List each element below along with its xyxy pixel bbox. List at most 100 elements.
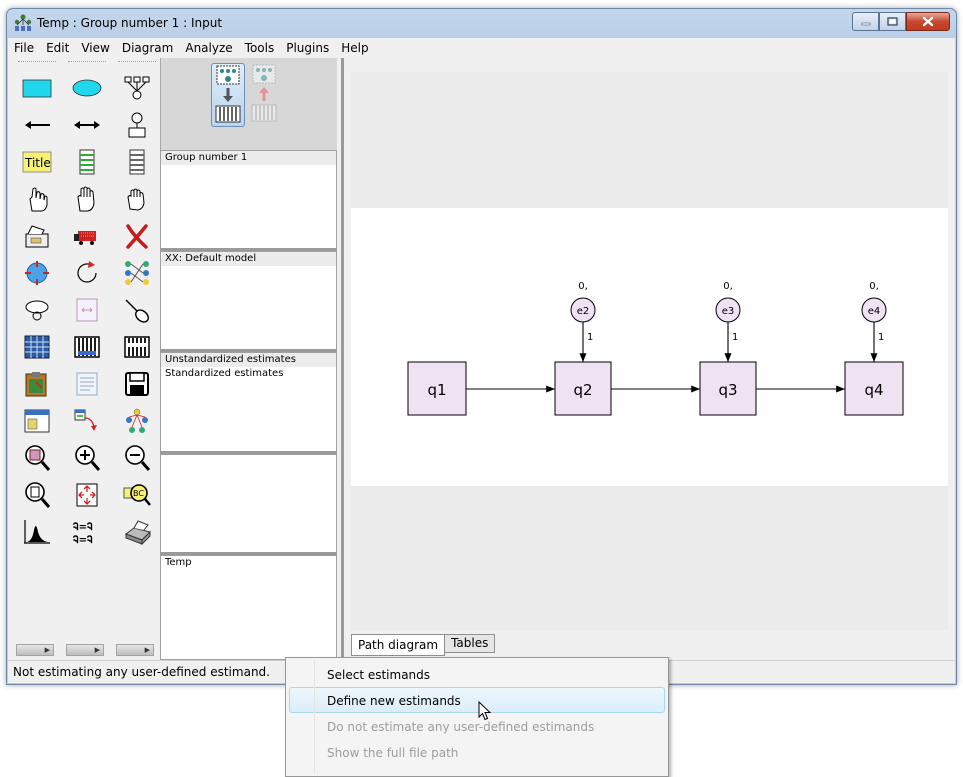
shape-tool[interactable] [17,254,57,291]
menu-view[interactable]: View [75,41,115,55]
menu-item-define-new-estimands[interactable]: Define new estimands [289,687,665,713]
toolbar-grip[interactable] [118,61,156,69]
zoom-area-tool[interactable] [17,439,57,476]
reflect-tool[interactable] [117,254,157,291]
view-text-tool[interactable] [67,365,107,402]
analysis-properties-tool[interactable] [67,328,107,365]
menu-item-show-full-file-path[interactable]: Show the full file path [289,739,665,765]
title-bar[interactable]: Temp : Group number 1 : Input [7,9,956,37]
reflect-icon [125,260,149,285]
tab-path-diagram[interactable]: Path diagram [351,634,446,656]
observed-variable-q2[interactable]: q2 [554,361,612,416]
minimize-button[interactable] [852,12,879,31]
save-tool[interactable] [117,365,157,402]
unique-variable-tool[interactable] [117,106,157,143]
menu-diagram[interactable]: Diagram [116,41,180,55]
arrow-tool[interactable] [17,106,57,143]
menu-plugins[interactable]: Plugins [280,41,335,55]
observed-variable-q3[interactable]: q3 [699,361,757,416]
tab-tables[interactable]: Tables [444,634,496,653]
zoom-page-icon [25,481,51,508]
erase-tool[interactable] [117,217,157,254]
groups-panel[interactable]: Group number 1 [160,150,337,251]
view-mode-area [160,58,337,150]
group-item[interactable]: Group number 1 [161,151,336,165]
path-weight-label-e4: 1 [878,332,884,343]
close-button[interactable] [906,12,950,31]
estimates-item-unstandardized[interactable]: Unstandardized estimates [161,353,336,367]
properties-icon [24,409,50,432]
models-panel[interactable]: XX: Default model [160,251,337,352]
drag-properties-tool[interactable] [67,402,107,439]
calculate-icon [124,335,150,358]
menu-item-select-estimands[interactable]: Select estimands [289,661,665,687]
data-files-tool[interactable] [17,328,57,365]
model-item[interactable]: XX: Default model [161,252,336,266]
observed-variable-q4[interactable]: q4 [844,361,904,416]
indicator-tool[interactable] [117,69,157,106]
toolbox-scroll-button[interactable]: ▶ [66,644,104,656]
file-item[interactable]: Temp [161,556,336,570]
view-input-button[interactable] [211,63,245,127]
menu-item-do-not-estimate[interactable]: Do not estimate any user-defined estiman… [289,713,665,739]
scroll-tool[interactable] [67,291,107,328]
toolbar-grip[interactable] [68,61,106,69]
rectangle-tool[interactable] [17,69,57,106]
toolbox-scroll-button[interactable]: ▶ [16,644,54,656]
menu-analyze[interactable]: Analyze [179,41,238,55]
select-one-tool[interactable] [17,180,57,217]
multiple-group-tool[interactable]: Ꮈ=Ꮈ Ꮈ=Ꮈ [67,513,107,550]
toolbar-grip[interactable] [18,61,56,69]
menu-file[interactable]: File [8,41,40,55]
estimates-item-standardized[interactable]: Standardized estimates [161,367,336,381]
menu-tools[interactable]: Tools [239,41,281,55]
zoom-area-icon [25,444,51,471]
toolbox-scroll-button[interactable]: ▶ [116,644,154,656]
view-output-icon [251,64,277,122]
variable-list-tool[interactable] [67,143,107,180]
touch-up-tool[interactable] [117,291,157,328]
rotate-tool[interactable] [67,254,107,291]
select-all-tool[interactable] [67,180,107,217]
maximize-button[interactable] [879,12,906,31]
zoom-out-tool[interactable] [117,439,157,476]
duplicate-tool[interactable] [17,217,57,254]
print-tool[interactable] [117,513,157,550]
path-diagram-area: q1 q2 q3 q4 e2 e3 e4 0, 0, 0, 1 1 1 Path… [341,58,955,660]
double-arrow-tool[interactable] [67,106,107,143]
ellipse-tool[interactable] [67,69,107,106]
error-mean-label-e2: 0, [578,281,588,292]
deselect-all-tool[interactable] [117,180,157,217]
zoom-in-tool[interactable] [67,439,107,476]
estimates-panel[interactable]: Unstandardized estimates Standardized es… [160,352,337,454]
loupe-tool[interactable]: BC [117,476,157,513]
svg-text:q4: q4 [864,381,883,399]
move-tool[interactable] [67,217,107,254]
loupe-icon: BC [123,483,151,506]
object-properties-tool[interactable] [17,402,57,439]
files-panel[interactable]: Temp [160,555,337,660]
rectangle-icon [22,79,52,97]
zoom-page-tool[interactable] [17,476,57,513]
dataset-variables-tool[interactable] [117,143,157,180]
toolbox-column-2: Ꮈ=Ꮈ Ꮈ=Ꮈ ▶ [62,58,112,660]
preserve-symmetries-tool[interactable] [117,402,157,439]
move-parameter-tool[interactable] [17,291,57,328]
observed-variable-q1[interactable]: q1 [407,361,467,416]
fit-page-tool[interactable] [67,476,107,513]
title-tool[interactable]: Title [17,143,57,180]
error-term-e3[interactable]: e3 [715,297,741,323]
drawing-canvas[interactable]: q1 q2 q3 q4 e2 e3 e4 0, 0, 0, 1 1 1 [351,72,948,630]
erase-x-icon [126,223,148,249]
calculate-estimates-tool[interactable] [117,328,157,365]
diagram-page: q1 q2 q3 q4 e2 e3 e4 0, 0, 0, 1 1 1 [351,208,948,486]
rotate-icon [77,260,97,283]
copy-to-clipboard-tool[interactable] [17,365,57,402]
variable-list-icon [79,149,95,174]
bayesian-tool[interactable] [17,513,57,550]
menu-help[interactable]: Help [335,41,374,55]
error-term-e2[interactable]: e2 [570,297,596,323]
view-output-button[interactable] [248,63,282,127]
error-term-e4[interactable]: e4 [861,297,887,323]
menu-edit[interactable]: Edit [40,41,75,55]
